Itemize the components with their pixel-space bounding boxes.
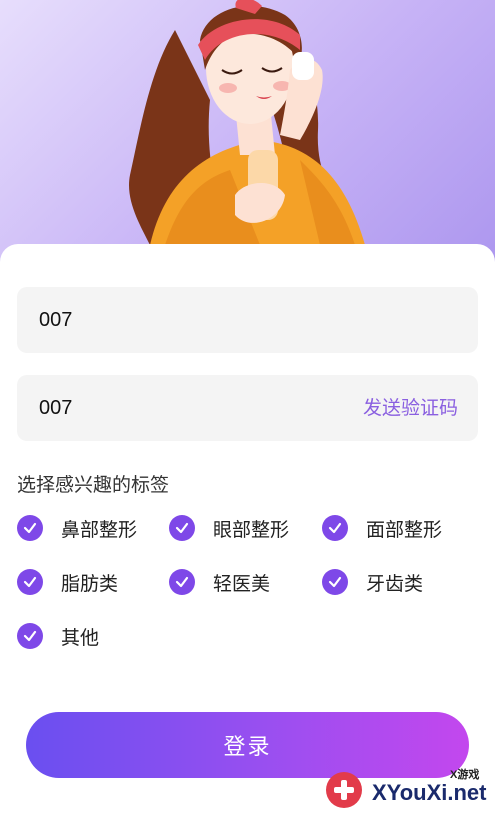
- verification-code-field[interactable]: 发送验证码: [17, 375, 478, 441]
- account-input[interactable]: [39, 287, 339, 353]
- tag-label: 面部整形: [366, 518, 443, 541]
- tag-light-aesthetics[interactable]: 轻医美: [169, 567, 270, 597]
- send-code-button[interactable]: 发送验证码: [363, 375, 458, 441]
- tag-other[interactable]: 其他: [17, 621, 99, 651]
- tag-label: 眼部整形: [213, 518, 290, 541]
- tag-nose-surgery[interactable]: 鼻部整形: [17, 513, 137, 543]
- hero-banner: [0, 0, 495, 262]
- check-circle-icon: [322, 515, 348, 541]
- tag-face-surgery[interactable]: 面部整形: [322, 513, 442, 543]
- check-circle-icon: [17, 569, 43, 595]
- tags-section-title: 选择感兴趣的标签: [17, 474, 170, 496]
- tag-label: 脂肪类: [61, 572, 119, 595]
- verification-code-input[interactable]: [39, 375, 339, 441]
- tag-label: 其他: [61, 626, 100, 649]
- watermark-site-text: XYouXi.net: [372, 780, 487, 805]
- gamepad-logo-icon: [326, 772, 362, 808]
- tag-eye-surgery[interactable]: 眼部整形: [169, 513, 289, 543]
- site-watermark: X游戏 XYouXi.net: [322, 764, 492, 814]
- woman-illustration: [129, 0, 365, 245]
- account-field[interactable]: [17, 287, 478, 353]
- tag-label: 轻医美: [213, 572, 271, 595]
- tag-label: 鼻部整形: [61, 518, 138, 541]
- check-circle-icon: [17, 623, 43, 649]
- check-circle-icon: [169, 515, 195, 541]
- check-circle-icon: [169, 569, 195, 595]
- check-circle-icon: [17, 515, 43, 541]
- tag-fat[interactable]: 脂肪类: [17, 567, 118, 597]
- tag-label: 牙齿类: [366, 572, 424, 595]
- tag-dental[interactable]: 牙齿类: [322, 567, 423, 597]
- check-circle-icon: [322, 569, 348, 595]
